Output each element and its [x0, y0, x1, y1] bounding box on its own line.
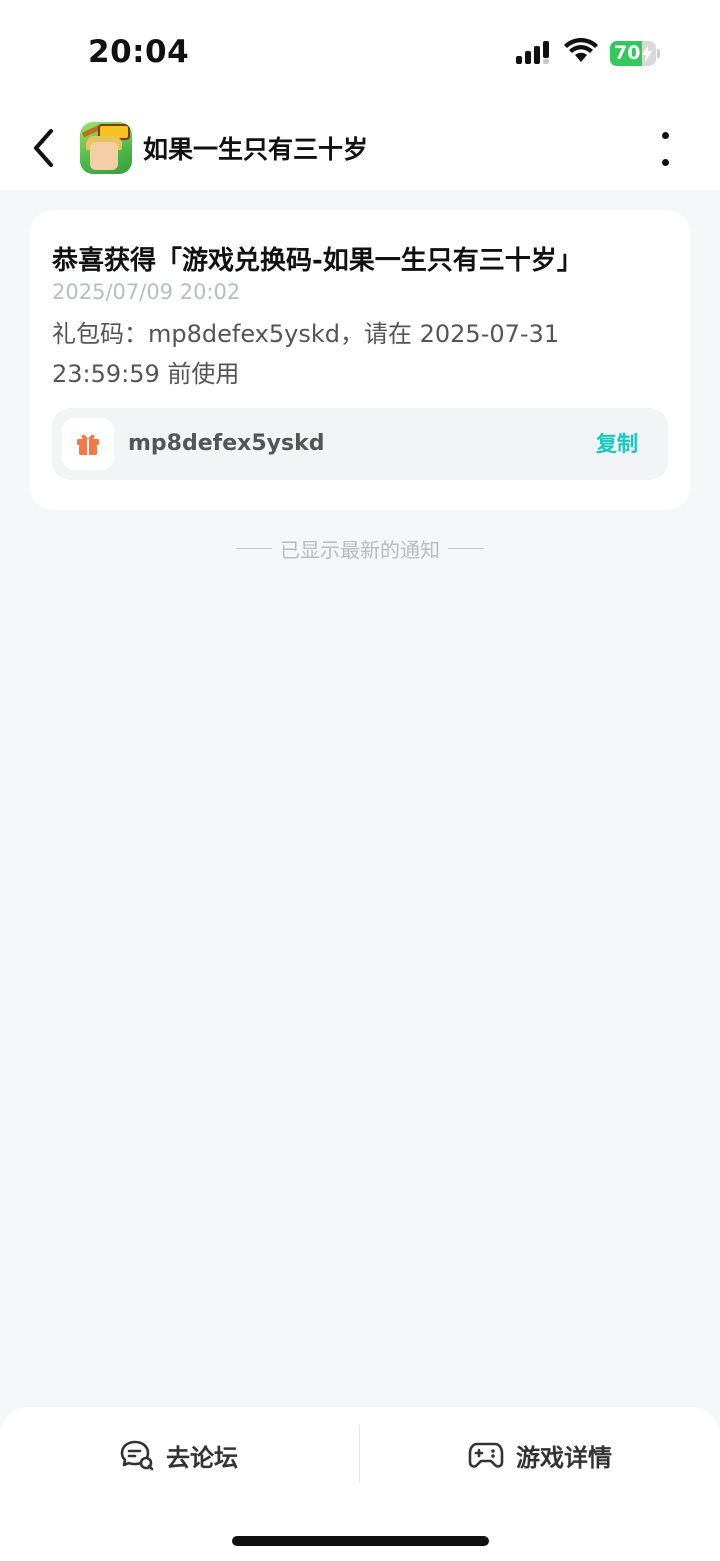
battery-level: 70 [614, 42, 641, 64]
divider-line [236, 548, 272, 549]
charging-bolt-icon [642, 45, 652, 62]
game-app-icon[interactable] [80, 122, 132, 174]
notification-time: 2025/07/09 20:02 [52, 280, 241, 304]
gift-icon-container [62, 418, 114, 470]
cellular-signal-icon [516, 41, 549, 64]
more-dot [661, 132, 669, 139]
character-face-graphic [90, 142, 118, 170]
battery-cap [657, 49, 660, 58]
chat-bubble-icon [120, 1440, 154, 1471]
copy-button[interactable]: 复制 [596, 408, 638, 480]
gift-icon [77, 434, 99, 455]
bottom-divider [359, 1425, 360, 1483]
gift-code-value: mp8defex5yskd [128, 431, 325, 456]
end-notice-text: 已显示最新的通知 [280, 538, 440, 562]
chevron-left-icon [34, 129, 53, 167]
wifi-icon [564, 38, 598, 62]
game-details-label: 游戏详情 [516, 1443, 612, 1472]
home-indicator[interactable] [232, 1536, 489, 1546]
game-details-button[interactable]: 游戏详情 [361, 1425, 719, 1485]
forum-label: 去论坛 [166, 1443, 238, 1472]
notification-title: 恭喜获得「游戏兑换码-如果一生只有三十岁」 [52, 246, 583, 276]
gift-code-box: mp8defex5yskd 复制 [52, 408, 668, 480]
page-title: 如果一生只有三十岁 [143, 135, 369, 164]
status-bar: 20:04 70 [0, 0, 720, 108]
notification-body: 礼包码：mp8defex5yskd，请在 2025-07-31 23:59:59… [52, 320, 560, 388]
end-of-list-notice: 已显示最新的通知 [0, 534, 720, 563]
screen: 20:04 70 如果一生只有三十岁 恭喜获得「游戏兑换码-如果一生只有三十岁」… [0, 0, 720, 1561]
back-button[interactable] [22, 124, 66, 172]
gamepad-icon [468, 1442, 504, 1468]
nav-bar: 如果一生只有三十岁 [0, 108, 720, 190]
more-dot [661, 159, 669, 166]
divider-line [448, 548, 484, 549]
bottom-action-bar: 去论坛 游戏详情 [0, 1407, 720, 1561]
go-to-forum-button[interactable]: 去论坛 [0, 1425, 358, 1485]
notification-card: 恭喜获得「游戏兑换码-如果一生只有三十岁」 2025/07/09 20:02 礼… [30, 210, 690, 510]
battery-indicator: 70 [610, 41, 656, 66]
more-options-button[interactable] [650, 126, 680, 172]
status-time: 20:04 [88, 34, 190, 70]
